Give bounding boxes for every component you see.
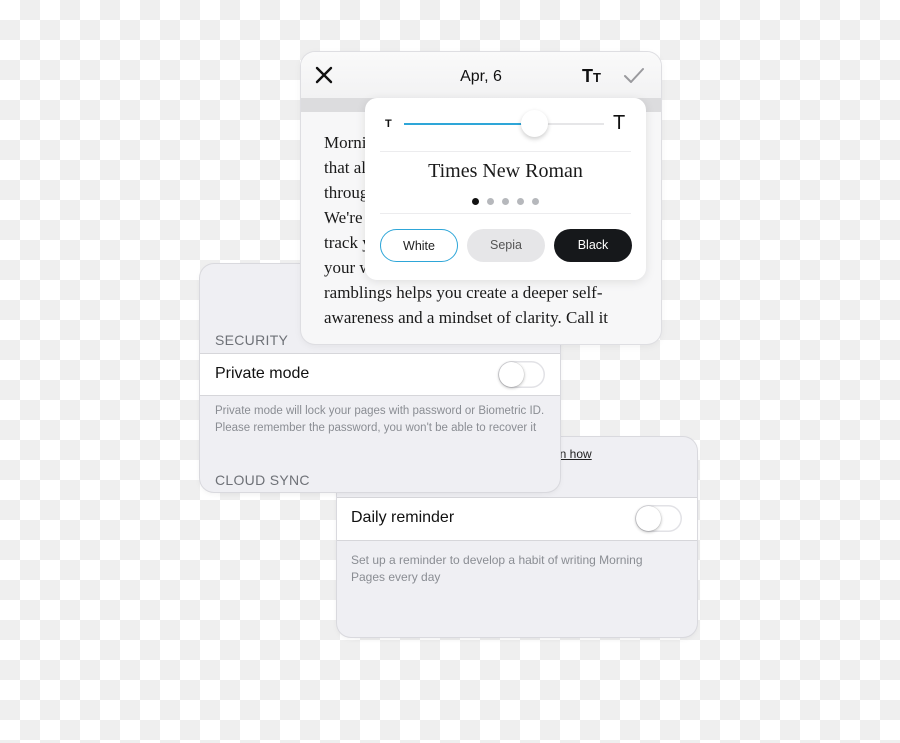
private-mode-description: Private mode will lock your pages with p…: [215, 405, 545, 434]
divider: [380, 151, 631, 152]
slider-fill: [404, 123, 534, 125]
theme-sepia-button[interactable]: Sepia: [467, 229, 545, 262]
slider-thumb[interactable]: [521, 110, 548, 137]
private-mode-row: Private mode: [200, 353, 560, 396]
font-page-dots: [365, 192, 646, 210]
large-text-icon: T: [613, 112, 626, 134]
daily-reminder-toggle[interactable]: [635, 505, 682, 532]
private-mode-label: Private mode: [215, 365, 310, 382]
font-settings-popover: T T Times New Roman White Sepia Black: [365, 98, 646, 280]
checkmark-icon[interactable]: [623, 66, 645, 86]
daily-reminder-description: Set up a reminder to develop a habit of …: [351, 553, 643, 584]
security-section-header: SECURITY: [215, 332, 289, 348]
editor-header: Apr, 6 TT: [301, 52, 661, 98]
font-size-slider[interactable]: [404, 110, 604, 137]
font-name[interactable]: Times New Roman: [365, 160, 646, 183]
private-mode-toggle[interactable]: [498, 361, 545, 388]
entry-date-title: Apr, 6: [460, 68, 502, 85]
daily-reminder-label: Daily reminder: [351, 509, 455, 526]
divider: [380, 213, 631, 214]
text-size-icon[interactable]: TT: [582, 66, 601, 87]
toggle-knob: [636, 506, 661, 531]
font-page-dot[interactable]: [472, 198, 479, 205]
daily-reminder-row: Daily reminder: [337, 497, 697, 541]
theme-black-button[interactable]: Black: [554, 229, 632, 262]
toggle-knob: [499, 362, 524, 387]
font-page-dot[interactable]: [517, 198, 524, 205]
font-page-dot[interactable]: [502, 198, 509, 205]
theme-white-button[interactable]: White: [380, 229, 458, 262]
cloud-sync-section-header: CLOUD SYNC: [215, 472, 310, 488]
small-text-icon: T: [385, 118, 392, 130]
font-page-dot[interactable]: [487, 198, 494, 205]
font-page-dot[interactable]: [532, 198, 539, 205]
